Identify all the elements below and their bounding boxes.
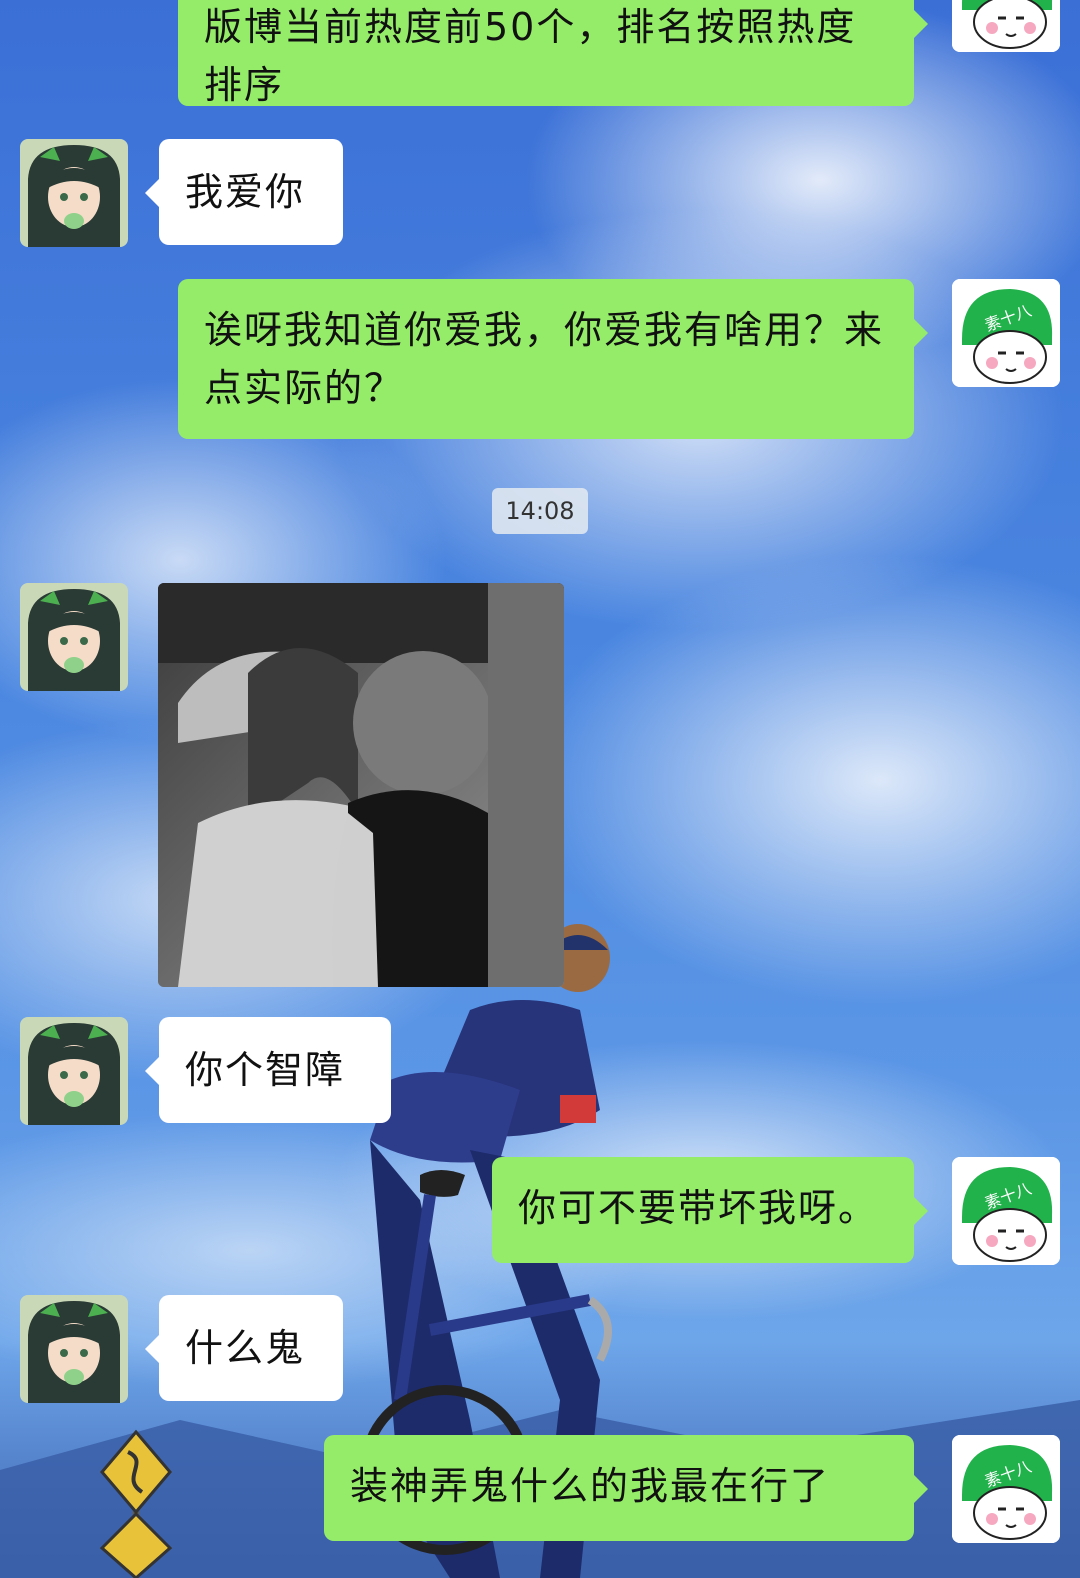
user-avatar[interactable]: [952, 0, 1060, 52]
timestamp: 14:08: [492, 488, 588, 534]
contact-avatar[interactable]: [20, 139, 128, 247]
user-avatar[interactable]: 素十八: [952, 279, 1060, 387]
contact-avatar[interactable]: [20, 583, 128, 691]
message-bubble-received[interactable]: 你个智障: [145, 1017, 391, 1123]
message-bubble-sent[interactable]: 诶呀我知道你爱我，你爱我有啥用？来点实际的？: [178, 279, 928, 439]
anime-girl-avatar-icon: [20, 139, 128, 247]
chat-screen: 版博当前热度前50个，排名按照热度排序 我爱你 诶呀我知道你爱我，你爱我有啥用？…: [0, 0, 1080, 1578]
message-bubble-received[interactable]: 我爱你: [145, 139, 343, 245]
user-avatar[interactable]: 素十八: [952, 1157, 1060, 1265]
green-helmet-meme-avatar-icon: 素十八: [952, 279, 1060, 387]
message-bubble-sent[interactable]: 版博当前热度前50个，排名按照热度排序: [178, 0, 928, 107]
message-bubble-sent[interactable]: 你可不要带坏我呀。: [492, 1157, 928, 1263]
message-bubble-received[interactable]: 什么鬼: [145, 1295, 343, 1401]
anime-girl-avatar-icon: [20, 1295, 128, 1403]
image-message[interactable]: [158, 583, 564, 987]
green-helmet-meme-avatar-icon: 素十八: [952, 1435, 1060, 1543]
contact-avatar[interactable]: [20, 1017, 128, 1125]
user-avatar[interactable]: 素十八: [952, 1435, 1060, 1543]
anime-girl-avatar-icon: [20, 583, 128, 691]
contact-avatar[interactable]: [20, 1295, 128, 1403]
green-helmet-meme-avatar-icon: [952, 0, 1060, 52]
message-bubble-sent[interactable]: 装神弄鬼什么的我最在行了: [324, 1435, 928, 1541]
kissing-children-photo: [158, 583, 564, 987]
green-helmet-meme-avatar-icon: 素十八: [952, 1157, 1060, 1265]
anime-girl-avatar-icon: [20, 1017, 128, 1125]
